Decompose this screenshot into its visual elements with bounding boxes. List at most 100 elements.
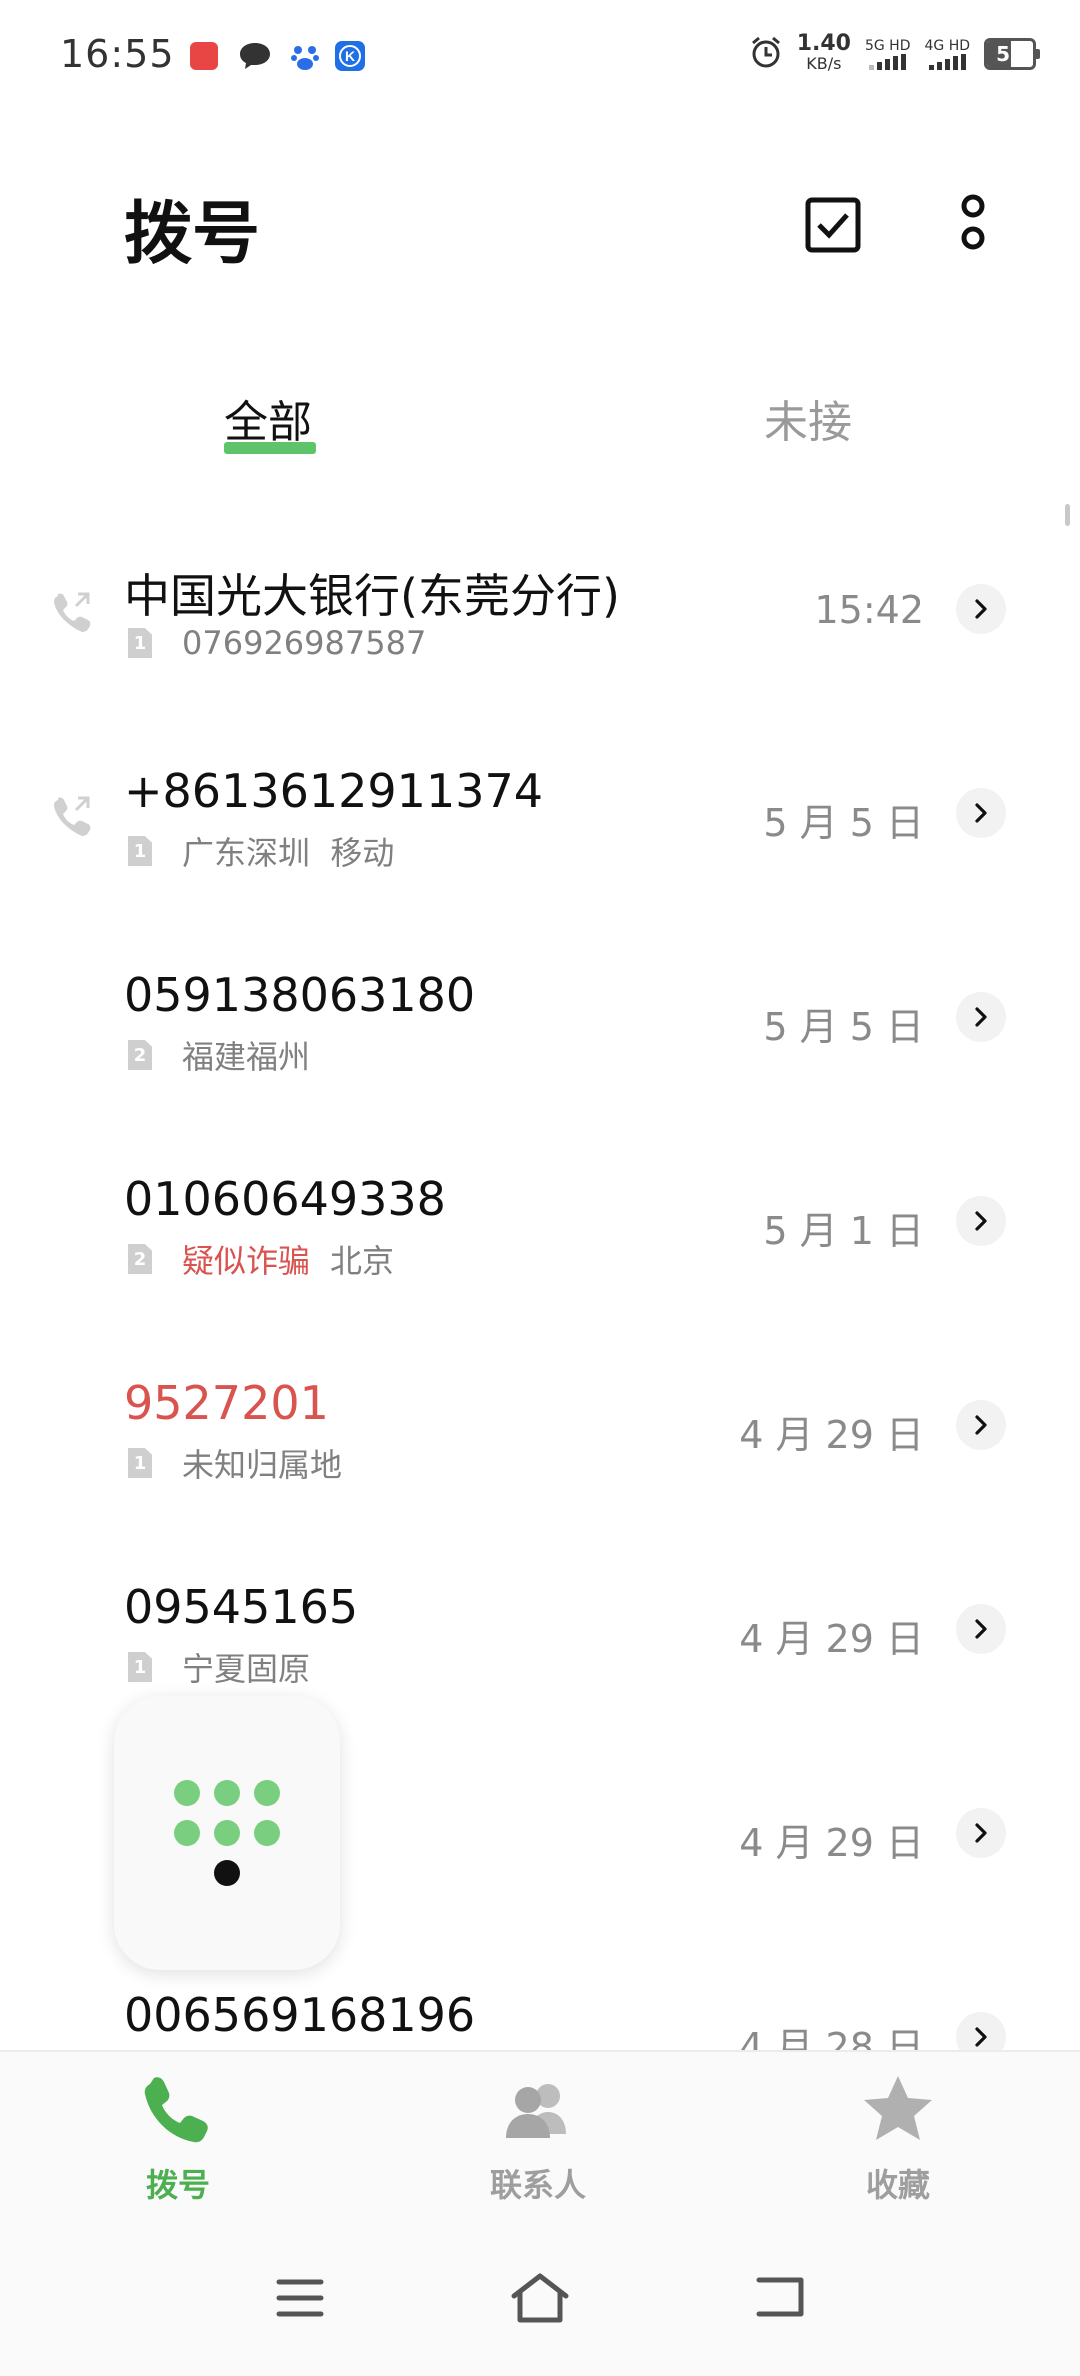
nav-dialer[interactable]: 拨号: [78, 2072, 278, 2206]
call-detail: 1 宁夏固原: [128, 1644, 310, 1690]
system-navigation-bar: [0, 2230, 1080, 2376]
call-details-button[interactable]: [956, 788, 1006, 838]
call-details-button[interactable]: [956, 1604, 1006, 1654]
call-time: 4 月 29 日: [739, 1617, 924, 1661]
chevron-right-icon: [975, 1619, 987, 1639]
sim-card-icon: 1: [128, 628, 152, 658]
chevron-right-icon: [975, 2027, 987, 2047]
checkbox-icon: [805, 197, 861, 253]
call-location: 宁夏固原: [182, 1650, 311, 1688]
call-time: 4 月 29 日: [739, 1413, 924, 1457]
call-number: 9527201: [124, 1376, 329, 1430]
sim2-signal: 4G HD: [924, 38, 970, 70]
network-speed: 1.40 KB/s: [796, 31, 851, 74]
call-detail: 1 广东深圳 移动: [128, 828, 394, 874]
star-icon: [864, 2076, 932, 2140]
chevron-right-icon: [975, 1823, 987, 1843]
call-number: 09545165: [124, 1580, 359, 1634]
call-log-row[interactable]: 9527201 1 未知归属地 4 月 29 日: [0, 1336, 1080, 1540]
call-details-button[interactable]: [956, 992, 1006, 1042]
sim-card-icon: 2: [128, 1244, 152, 1274]
call-log-row[interactable]: +8613612911374 1 广东深圳 移动 5 月 5 日: [0, 724, 1080, 928]
nav-contacts-label: 联系人: [489, 2166, 586, 2204]
call-detail: 2 疑似诈骗 北京: [128, 1236, 394, 1282]
tab-active-indicator: [224, 442, 316, 454]
more-vertical-icon: [961, 194, 985, 250]
call-details-button[interactable]: [956, 1400, 1006, 1450]
call-details-button[interactable]: [956, 584, 1006, 634]
sim-card-icon: 1: [128, 836, 152, 866]
app-notification-icon: [190, 42, 218, 70]
battery-icon: 53: [984, 38, 1040, 70]
call-number: +8613612911374: [124, 764, 544, 818]
nav-contacts[interactable]: 联系人: [438, 2072, 638, 2206]
nav-favorites-label: 收藏: [865, 2166, 930, 2204]
status-bar: 16:55 K 1.40 KB/s 5G HD 4G HD 53: [0, 0, 1080, 110]
back-icon: [756, 2277, 804, 2317]
chevron-right-icon: [975, 1415, 987, 1435]
chevron-right-icon: [975, 803, 987, 823]
call-details-button[interactable]: [956, 1196, 1006, 1246]
call-time: 15:42: [814, 588, 924, 632]
call-location: 福建福州: [182, 1038, 311, 1076]
nav-favorites[interactable]: 收藏: [798, 2072, 998, 2206]
home-button[interactable]: [508, 2266, 572, 2330]
phone-icon: [144, 2077, 208, 2143]
sim2-label: 4G HD: [924, 38, 970, 54]
call-time: 4 月 28 日: [739, 2025, 924, 2050]
call-detail: 2 福建福州: [128, 1032, 310, 1078]
fraud-warning-label: 疑似诈骗: [182, 1242, 311, 1280]
call-log-row[interactable]: 01060649338 2 疑似诈骗 北京 5 月 1 日: [0, 1132, 1080, 1336]
call-number: 中国光大银行(东莞分行): [124, 569, 620, 623]
k-app-icon: K: [334, 40, 366, 76]
call-number: 006569168196: [124, 1988, 476, 2042]
signal-bars-icon: [869, 54, 907, 70]
bottom-navigation: 拨号 联系人 收藏: [0, 2050, 1080, 2232]
call-number: 059138063180: [124, 968, 476, 1022]
call-details-button[interactable]: [956, 2012, 1006, 2050]
call-log-row[interactable]: 中国光大银行(东莞分行) 1 076926987587 15:42: [0, 520, 1080, 724]
svg-text:K: K: [345, 48, 355, 64]
call-detail: 1 076926987587: [128, 624, 426, 662]
call-location: 076926987587: [182, 624, 427, 662]
tab-all[interactable]: 全部: [224, 386, 312, 450]
signal-bars-icon: [928, 54, 966, 70]
call-log-row[interactable]: 059138063180 2 福建福州 5 月 5 日: [0, 928, 1080, 1132]
status-time: 16:55: [60, 32, 175, 76]
recent-apps-button[interactable]: [268, 2266, 332, 2330]
speed-unit: KB/s: [806, 54, 842, 73]
menu-icon: [276, 2279, 324, 2317]
call-time: 4 月 29 日: [739, 1821, 924, 1865]
call-location: 北京: [330, 1242, 395, 1280]
status-right: 1.40 KB/s 5G HD 4G HD 53: [749, 31, 1040, 74]
call-time: 5 月 5 日: [763, 1005, 924, 1049]
home-icon: [511, 2273, 569, 2323]
alarm-icon: [749, 35, 783, 73]
call-number: 01060649338: [124, 1172, 446, 1226]
back-button[interactable]: [748, 2266, 812, 2330]
page-title: 拨号: [124, 195, 261, 274]
sim-card-icon: 1: [128, 1448, 152, 1478]
chevron-right-icon: [975, 599, 987, 619]
call-location: 未知归属地: [182, 1446, 343, 1484]
call-location: 广东深圳 移动: [182, 834, 395, 872]
multi-select-button[interactable]: [798, 190, 868, 260]
tab-missed[interactable]: 未接: [764, 386, 852, 450]
sim-card-icon: 2: [128, 1040, 152, 1070]
sim1-signal: 5G HD: [864, 38, 911, 70]
battery-level: 53: [996, 42, 1024, 66]
baidu-icon: [290, 42, 320, 76]
more-options-button[interactable]: [938, 190, 1008, 260]
sim1-label: 5G HD: [864, 38, 911, 54]
message-icon: [238, 40, 272, 76]
outgoing-call-icon: [50, 588, 94, 632]
outgoing-call-icon: [50, 792, 94, 836]
call-time: 5 月 1 日: [763, 1209, 924, 1253]
sim-card-icon: 1: [128, 1652, 152, 1682]
nav-dialer-label: 拨号: [145, 2166, 210, 2204]
chevron-right-icon: [975, 1211, 987, 1231]
speed-value: 1.40: [796, 31, 851, 56]
dialpad-button[interactable]: [114, 1696, 340, 1970]
call-time: 5 月 5 日: [763, 801, 924, 845]
call-details-button[interactable]: [956, 1808, 1006, 1858]
